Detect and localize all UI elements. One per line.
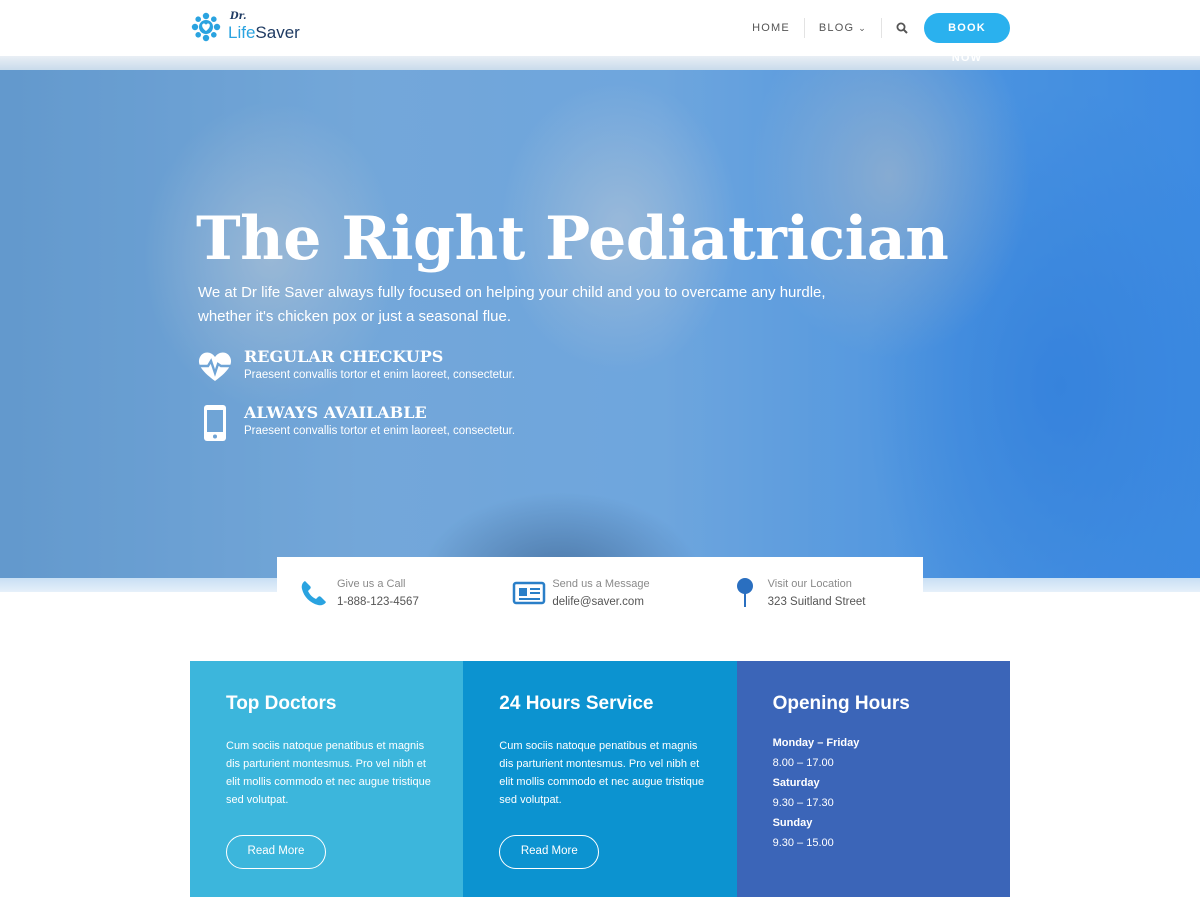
feature-regular-checkups: REGULAR CHECKUPS Praesent convallis tort… xyxy=(196,347,515,387)
hero-subtitle: We at Dr life Saver always fully focused… xyxy=(198,284,826,325)
contact-location[interactable]: Visit our Location 323 Suitland Street xyxy=(708,557,923,629)
logo-text: Dr. LifeSaver xyxy=(226,11,326,43)
site-header: Dr. LifeSaver HOME BLOG ⌄ BOOK NOW xyxy=(0,0,1200,64)
hero-title: The Right Pediatrician xyxy=(196,204,949,274)
chevron-down-icon: ⌄ xyxy=(858,23,867,33)
contact-bar: Give us a Call 1-888-123-4567 Send us a … xyxy=(277,557,923,629)
map-pin-icon xyxy=(728,576,762,610)
hero-section: The Right Pediatrician We at Dr life Sav… xyxy=(0,56,1200,592)
read-more-button[interactable]: Read More xyxy=(499,835,600,869)
feature-title: REGULAR CHECKUPS xyxy=(244,347,444,366)
search-button[interactable] xyxy=(882,18,922,38)
contact-message[interactable]: Send us a Message delife@saver.com xyxy=(492,557,707,629)
contact-text: Send us a Message delife@saver.com xyxy=(552,578,649,608)
nav-home[interactable]: HOME xyxy=(738,18,804,38)
hours-time: 8.00 – 17.00 xyxy=(772,757,834,769)
contact-call[interactable]: Give us a Call 1-888-123-4567 xyxy=(277,557,492,629)
logo-name-part1: Life xyxy=(228,23,256,42)
contact-address: 323 Suitland Street xyxy=(767,596,866,608)
feature-text: ALWAYS AVAILABLE Praesent convallis tort… xyxy=(244,403,515,437)
logo-dr: Dr. xyxy=(230,11,247,22)
nav-blog-label: BLOG xyxy=(818,22,855,34)
hours-day: Monday – Friday xyxy=(772,737,860,749)
feature-description: Praesent convallis tortor et enim laoree… xyxy=(244,425,516,437)
box-text: Cum sociis natoque penatibus et magnis d… xyxy=(499,740,705,806)
contact-text: Give us a Call 1-888-123-4567 xyxy=(337,578,419,608)
box-opening-hours: Opening Hours Monday – Friday 8.00 – 17.… xyxy=(736,661,1010,897)
info-boxes: Top Doctors Cum sociis natoque penatibus… xyxy=(190,661,1010,897)
hours-day: Saturday xyxy=(772,777,820,789)
book-now-button[interactable]: BOOK NOW xyxy=(924,13,1010,64)
hero-top-edge xyxy=(0,56,1200,70)
box-top-doctors: Top Doctors Cum sociis natoque penatibus… xyxy=(190,661,464,897)
box-24-hours-service: 24 Hours Service Cum sociis natoque pena… xyxy=(463,661,737,897)
feature-title: ALWAYS AVAILABLE xyxy=(244,403,427,422)
feature-always-available: ALWAYS AVAILABLE Praesent convallis tort… xyxy=(196,403,515,443)
logo-name: LifeSaver xyxy=(228,23,300,43)
logo-name-part2: Saver xyxy=(255,23,300,42)
newspaper-icon xyxy=(512,576,546,610)
box-text: Cum sociis natoque penatibus et magnis d… xyxy=(226,740,431,806)
contact-label: Visit our Location xyxy=(767,578,852,590)
contact-email[interactable]: delife@saver.com xyxy=(552,596,649,608)
hours-time: 9.30 – 15.00 xyxy=(772,837,834,849)
main-nav: HOME BLOG ⌄ BOOK NOW xyxy=(738,12,1010,64)
contact-phone-number[interactable]: 1-888-123-4567 xyxy=(337,596,419,608)
feature-description: Praesent convallis tortor et enim laoree… xyxy=(244,369,516,381)
hours-day: Sunday xyxy=(772,817,813,829)
contact-text: Visit our Location 323 Suitland Street xyxy=(768,578,866,608)
read-more-button[interactable]: Read More xyxy=(226,835,326,869)
contact-label: Give us a Call xyxy=(337,578,406,590)
nav-blog[interactable]: BLOG ⌄ xyxy=(805,18,881,38)
mobile-phone-icon xyxy=(204,405,226,441)
heartbeat-icon xyxy=(198,352,232,381)
feature-text: REGULAR CHECKUPS Praesent convallis tort… xyxy=(244,347,515,381)
contact-label: Send us a Message xyxy=(552,578,650,590)
search-icon xyxy=(896,22,908,34)
logo[interactable]: Dr. LifeSaver xyxy=(190,10,326,44)
box-title: 24 Hours Service xyxy=(499,693,654,714)
box-title: Opening Hours xyxy=(772,693,910,714)
logo-snowflake-icon xyxy=(191,12,221,42)
hours-time: 9.30 – 17.30 xyxy=(772,797,834,809)
phone-icon xyxy=(297,576,331,610)
box-title: Top Doctors xyxy=(226,693,337,714)
